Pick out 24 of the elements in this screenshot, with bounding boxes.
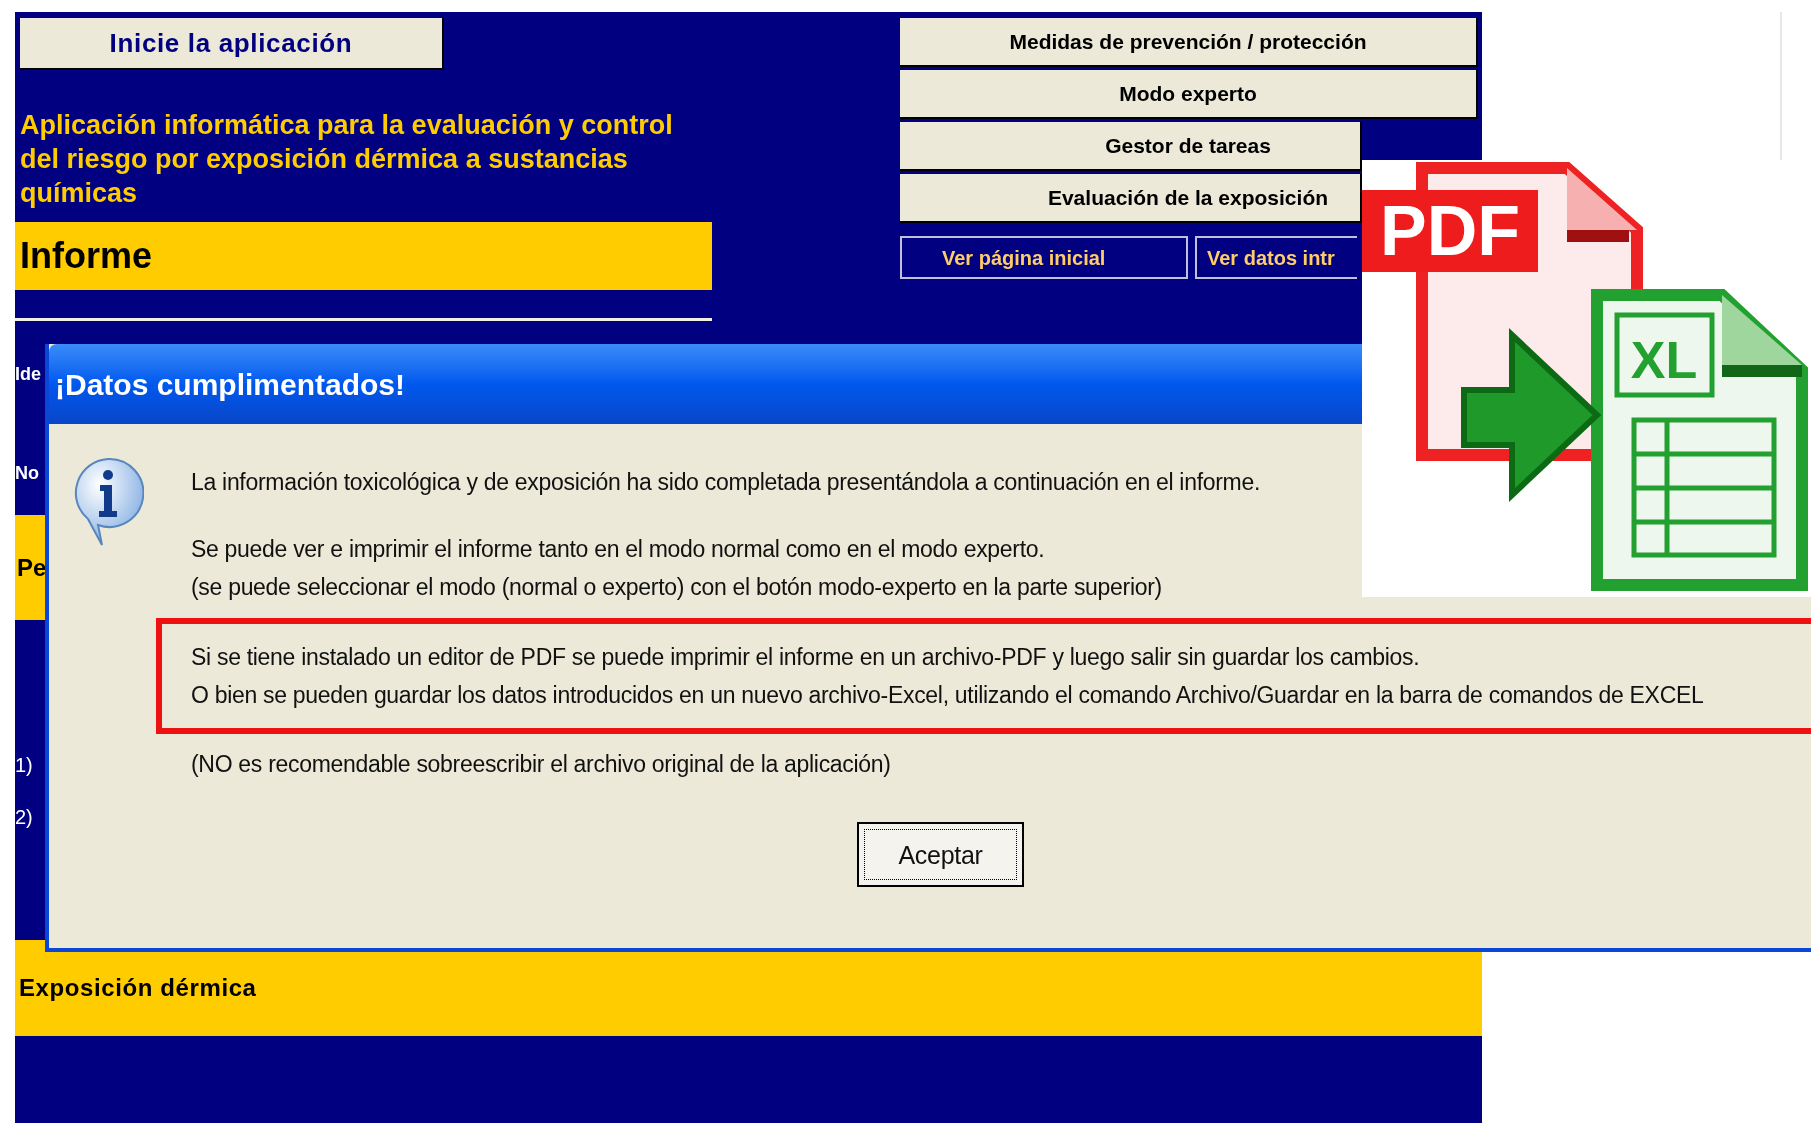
menu-button[interactable]: Gestor de tareas: [900, 122, 1362, 171]
start-button[interactable]: Inicie la aplicación: [20, 18, 444, 70]
highlighted-message: Si se tiene instalado un editor de PDF se puede imprimir el informe en un archivo-PDF y luego salir sin guardar los cambios.: [191, 643, 1421, 672]
dialog-note: (NO es recomendable sobreescribir el archivo original de la aplicación): [191, 750, 892, 779]
app-title: Aplicación informática para la evaluación y control del riesgo por exposición dérmica a sustancias químicas: [20, 109, 674, 210]
pdf-to-excel-drawing: PDF XL: [1362, 160, 1811, 597]
row-label: No: [15, 462, 39, 485]
dialog-message: (se puede seleccionar el modo (normal o experto) con el botón modo-experto en la parte superior): [191, 573, 1163, 602]
dialog-message: La información toxicológica y de exposición ha sido completada presentándola a continuación en el informe.: [191, 468, 1262, 497]
menu-button[interactable]: Evaluación de la exposición: [900, 174, 1362, 223]
dialog-title: ¡Datos cumplimentados!: [55, 366, 406, 403]
nav-button[interactable]: Ver página inicial: [900, 236, 1188, 279]
accept-button[interactable]: Aceptar: [857, 822, 1024, 887]
row-label: Pe: [16, 552, 47, 583]
dialog-message: Se puede ver e imprimir el informe tanto en el modo normal como en el modo experto.: [191, 535, 1046, 564]
menu-button[interactable]: Medidas de prevención / protección: [900, 18, 1478, 67]
row-label: 2): [15, 805, 33, 830]
row-label: 1): [15, 753, 33, 778]
menu-button[interactable]: Modo experto: [900, 70, 1478, 119]
nav-button[interactable]: Ver datos intr: [1195, 236, 1357, 279]
highlighted-message: O bien se pueden guardar los datos introducidos en un nuevo archivo-Excel, utilizando el comando Archivo/Guardar en la barra de comandos de EXCEL: [191, 681, 1705, 710]
section-title: Informe: [20, 234, 152, 278]
footer-title: Exposición dérmica: [19, 973, 257, 1003]
row-label: Ide: [15, 363, 41, 386]
